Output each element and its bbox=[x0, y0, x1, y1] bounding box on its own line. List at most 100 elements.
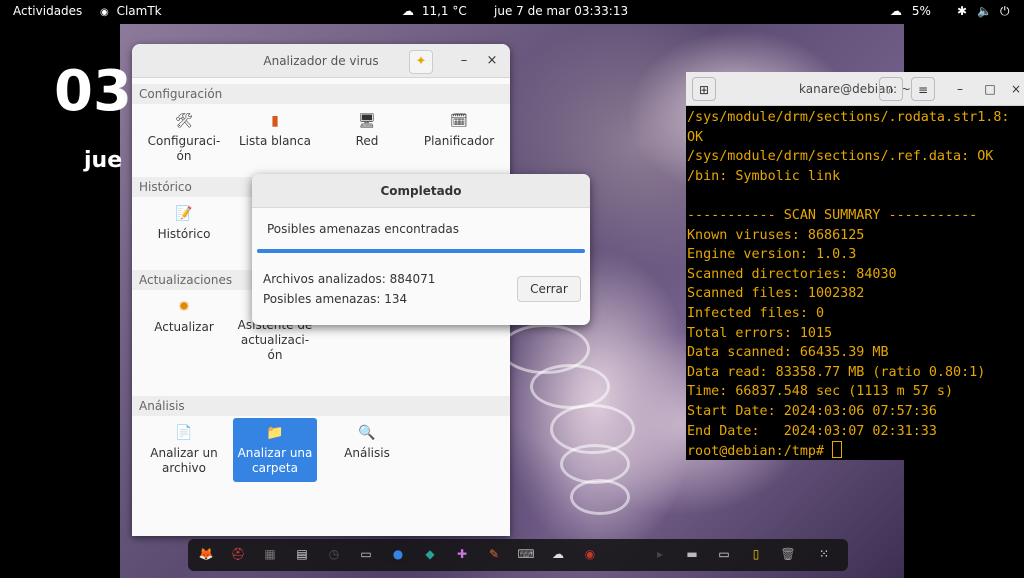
history-label: Histórico bbox=[157, 227, 211, 241]
cursor bbox=[832, 441, 843, 459]
progress-bar bbox=[257, 249, 585, 253]
activities-button[interactable]: Actividades bbox=[13, 4, 82, 18]
settings-label: Configuraci- ón bbox=[147, 134, 221, 163]
terminal-line: End Date: 2024:03:07 02:31:33 bbox=[687, 423, 937, 439]
clamtk-headerbar: Analizador de virus ✦ – × bbox=[132, 44, 510, 78]
app-grid-icon[interactable]: ⁙ bbox=[814, 544, 834, 564]
terminal-prompt[interactable]: root@debian:/tmp# bbox=[687, 441, 1009, 460]
phone-icon[interactable]: ▯ bbox=[746, 544, 766, 564]
dialog-message: Posibles amenazas encontradas bbox=[267, 222, 459, 236]
terminal-line: Scanned files: 1002382 bbox=[687, 286, 865, 302]
scan-file-button[interactable]: 📄 Analizar un archivo bbox=[142, 422, 226, 482]
terminal-window: ⊞ kanare@debian: ~ ⌕ ≡ – □ × /sys/module… bbox=[686, 72, 1024, 460]
power-icon[interactable]: ⏻ bbox=[1000, 4, 1010, 19]
terminal-line: /sys/module/drm/sections/.rodata.str1.8: bbox=[687, 110, 1010, 125]
scan-complete-dialog: Completado Posibles amenazas encontradas… bbox=[252, 174, 590, 325]
whitelist-button[interactable]: ▮ Lista blanca bbox=[233, 112, 317, 149]
scan-folder-button[interactable]: 📁 Analizar una carpeta bbox=[233, 418, 317, 482]
cloud-battery-icon: ☁ bbox=[890, 4, 902, 18]
minimize-button[interactable]: – bbox=[948, 77, 972, 101]
terminal-title: kanare@debian: ~ bbox=[799, 82, 911, 96]
scheduler-label: Planificador bbox=[423, 134, 495, 148]
files-icon[interactable]: ▭ bbox=[356, 544, 376, 564]
prompt-text: root@debian:/tmp# bbox=[687, 444, 833, 460]
network-icon: 🖥 bbox=[358, 113, 376, 129]
weather-indicator[interactable]: ☁ 11,1 °C bbox=[402, 4, 467, 18]
section-analysis-title: Análisis bbox=[139, 399, 185, 413]
bluetooth-icon[interactable]: ✱ bbox=[957, 4, 967, 18]
tools-icon: 🛠 bbox=[175, 113, 193, 129]
terminal-line: Infected files: 0 bbox=[687, 305, 825, 321]
drive-icon[interactable]: ▬ bbox=[682, 544, 702, 564]
lockscreen-time: 03 bbox=[54, 59, 132, 124]
section-config-title: Configuración bbox=[139, 87, 223, 101]
whitelist-icon: ▮ bbox=[271, 113, 279, 129]
hamburger-menu-icon[interactable]: ≡ bbox=[911, 77, 935, 101]
search-icon[interactable]: ⌕ bbox=[879, 77, 903, 101]
terminal-line: Time: 66837.548 sec (1113 m 57 s) bbox=[687, 384, 954, 400]
terminal-icon[interactable]: ▸ bbox=[650, 544, 670, 564]
terminal-line: /sys/module/drm/sections/.ref.data: OK bbox=[687, 149, 994, 165]
update-button[interactable]: ✹ Actualizar bbox=[142, 298, 226, 335]
scan-folder-label: Analizar una carpeta bbox=[237, 446, 313, 475]
terminal-line: Total errors: 1015 bbox=[687, 325, 833, 341]
whitelist-label: Lista blanca bbox=[238, 134, 311, 148]
update-label: Actualizar bbox=[154, 320, 214, 334]
store-icon[interactable]: ◆ bbox=[420, 544, 440, 564]
software-icon[interactable]: ▦ bbox=[260, 544, 280, 564]
file-icon: 📄 bbox=[175, 425, 193, 441]
dock: 🦊 ⛑ ▦ ▤ ◷ ▭ ● ◆ ✚ ✎ ⌨ ☁ ◉ ▸ ▬ ▭ ▯ 🗑 ⁙ bbox=[188, 539, 848, 571]
terminal-line: Engine version: 1.0.3 bbox=[687, 247, 857, 263]
scheduler-icon: 🗓 bbox=[450, 113, 468, 129]
section-history-title: Histórico bbox=[139, 180, 192, 194]
cloud-icon[interactable]: ☁ bbox=[548, 544, 568, 564]
top-bar: Actividades ◉ ClamTk ☁ 11,1 °C jue 7 de … bbox=[0, 0, 1024, 24]
app-menu[interactable]: ◉ ClamTk bbox=[100, 4, 162, 18]
puzzle-icon[interactable]: ✚ bbox=[452, 544, 472, 564]
scheduler-button[interactable]: 🗓 Planificador bbox=[417, 112, 501, 149]
settings-icon[interactable]: ● bbox=[388, 544, 408, 564]
analysis-button[interactable]: 🔍 Análisis bbox=[325, 422, 409, 461]
minimize-button[interactable]: – bbox=[452, 50, 476, 74]
scan-file-label: Analizar un archivo bbox=[150, 446, 218, 475]
terminal-line: OK bbox=[687, 129, 704, 145]
battery-indicator[interactable]: ☁ 5% bbox=[890, 4, 931, 18]
drive2-icon[interactable]: ▭ bbox=[714, 544, 734, 564]
terminal-line: Scanned directories: 84030 bbox=[687, 266, 897, 282]
history-button[interactable]: 📝 Histórico bbox=[142, 205, 226, 242]
close-button[interactable]: × bbox=[1004, 77, 1024, 101]
text-editor-icon[interactable]: ✎ bbox=[484, 544, 504, 564]
trash-icon[interactable]: 🗑 bbox=[778, 544, 798, 564]
analysis-label: Análisis bbox=[344, 446, 390, 460]
threats-label: Posibles amenazas: 134 bbox=[263, 292, 408, 306]
progress-fill bbox=[257, 249, 585, 253]
weather-label: 11,1 °C bbox=[421, 4, 467, 18]
terminal-line: ----------- SCAN SUMMARY ----------- bbox=[687, 207, 978, 223]
network-button[interactable]: 🖥 Red bbox=[325, 112, 409, 149]
clamtk-icon[interactable]: ◉ bbox=[580, 544, 600, 564]
app-menu-label: ClamTk bbox=[116, 4, 162, 18]
terminal-line: Data read: 83358.77 MB (ratio 0.80:1) bbox=[687, 364, 986, 380]
terminal-line: Data scanned: 66435.39 MB bbox=[687, 345, 889, 361]
close-button[interactable]: × bbox=[480, 50, 504, 74]
firefox-icon[interactable]: 🦊 bbox=[196, 544, 216, 564]
battery-label: 5% bbox=[911, 4, 931, 18]
sparkle-icon[interactable]: ✦ bbox=[409, 50, 433, 74]
clamtk-tray-icon: ◉ bbox=[100, 7, 109, 18]
notes-icon[interactable]: ▤ bbox=[292, 544, 312, 564]
clock-icon[interactable]: ◷ bbox=[324, 544, 344, 564]
help-icon[interactable]: ⛑ bbox=[228, 544, 248, 564]
files-scanned-label: Archivos analizados: 884071 bbox=[263, 272, 436, 286]
cloud-icon: ☁ bbox=[402, 4, 414, 18]
section-updates-title: Actualizaciones bbox=[139, 273, 233, 287]
close-dialog-button[interactable]: Cerrar bbox=[517, 276, 581, 302]
sound-icon[interactable]: 🔈 bbox=[977, 4, 992, 18]
maximize-button[interactable]: □ bbox=[978, 77, 1002, 101]
terminal-headerbar: ⊞ kanare@debian: ~ ⌕ ≡ – □ × bbox=[686, 72, 1024, 106]
settings-button[interactable]: 🛠 Configuraci- ón bbox=[142, 112, 226, 164]
keyboard-icon[interactable]: ⌨ bbox=[516, 544, 536, 564]
terminal-line: Start Date: 2024:03:06 07:57:36 bbox=[687, 403, 937, 419]
terminal-output[interactable]: /sys/module/drm/sections/.rodata.str1.8:… bbox=[687, 108, 1009, 460]
clock[interactable]: jue 7 de mar 03:33:13 bbox=[494, 4, 628, 18]
